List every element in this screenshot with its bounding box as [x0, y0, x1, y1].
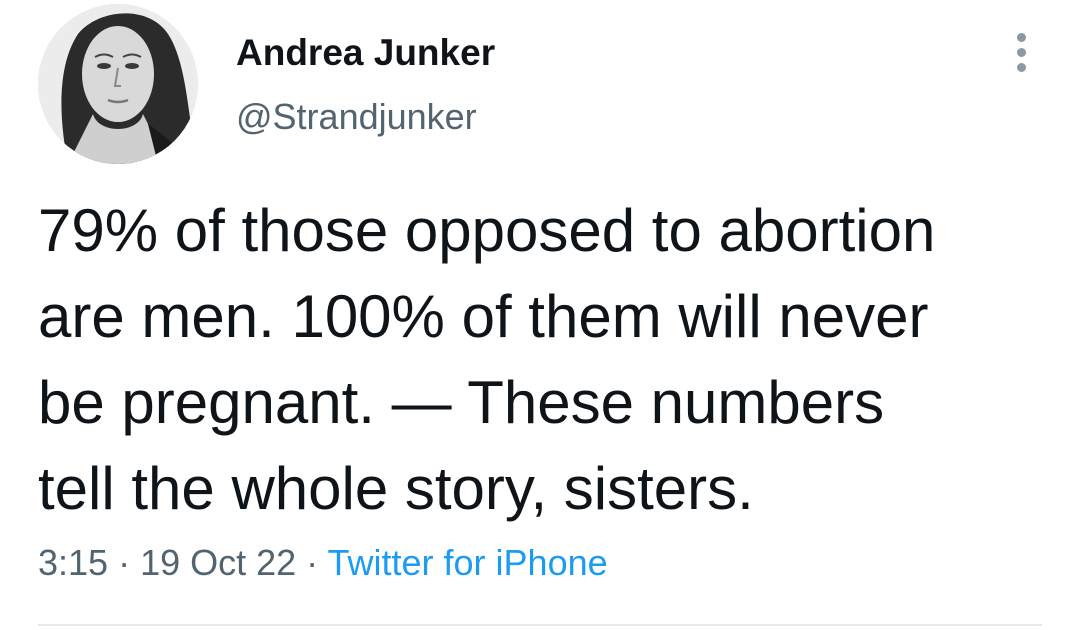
tweet-time[interactable]: 3:15	[38, 542, 108, 583]
tweet-text-line: tell the whole story, sisters.	[38, 455, 754, 522]
author-handle[interactable]: @Strandjunker	[236, 96, 477, 138]
tweet-card: Andrea Junker @Strandjunker 79% of those…	[0, 0, 1080, 630]
meta-separator: ·	[296, 542, 328, 583]
more-vertical-icon-dot	[1016, 62, 1026, 72]
tweet-text-line: are men. 100% of them will never	[38, 283, 929, 350]
tweet-text: 79% of those opposed to abortion are men…	[38, 188, 1048, 532]
more-options-button[interactable]	[1003, 28, 1039, 76]
meta-separator: ·	[108, 542, 141, 583]
tweet-text-line: 79% of those opposed to abortion	[38, 197, 936, 264]
tweet-text-line: be pregnant. — These numbers	[38, 369, 885, 436]
more-vertical-icon	[1016, 32, 1026, 42]
avatar-photo	[38, 4, 198, 164]
avatar[interactable]	[38, 4, 198, 164]
tweet-meta: 3:15 · 19 Oct 22 · Twitter for iPhone	[38, 542, 608, 584]
tweet-date[interactable]: 19 Oct 22	[140, 542, 296, 583]
more-vertical-icon-dot	[1016, 47, 1026, 57]
divider	[38, 624, 1042, 626]
author-name[interactable]: Andrea Junker	[236, 32, 495, 74]
tweet-source-link[interactable]: Twitter for iPhone	[328, 542, 608, 583]
